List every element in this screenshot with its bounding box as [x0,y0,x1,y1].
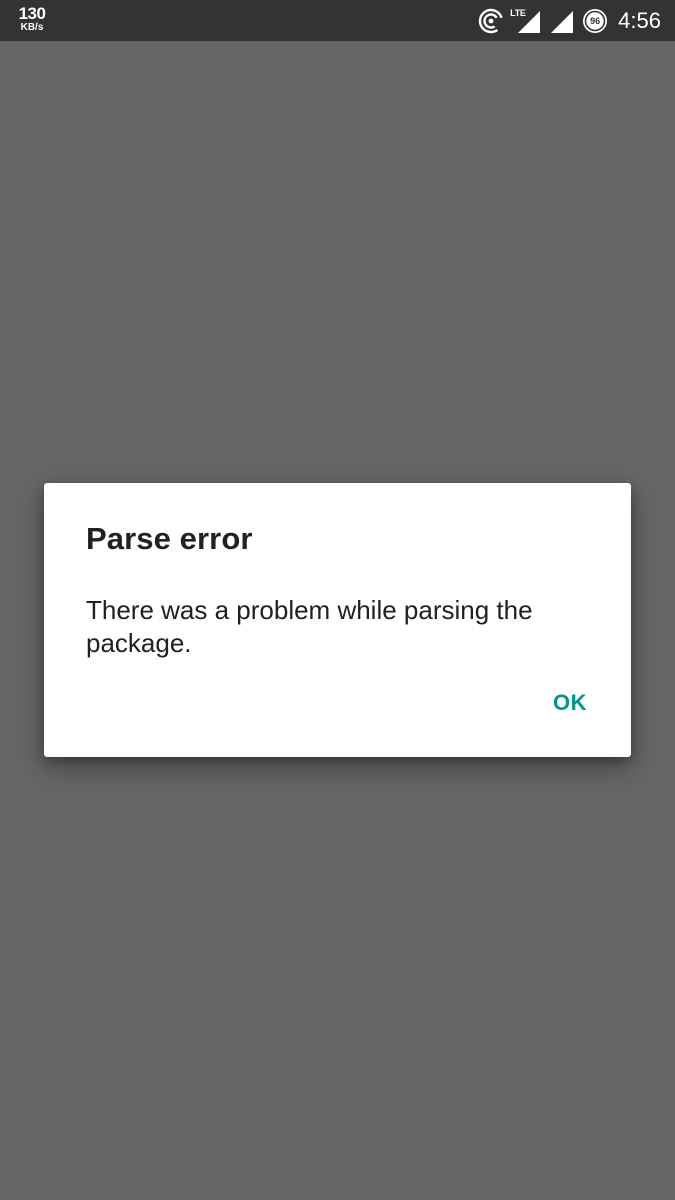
screen: 130 KB/s LTE 96 4:56 Parse error There w… [0,0,675,1200]
network-speed-value: 130 [18,4,46,23]
lte-signal-indicator: LTE [510,7,542,34]
signal-icon [551,10,574,33]
ok-button[interactable]: OK [553,690,587,716]
network-speed-unit: KB/s [20,22,44,33]
dialog-title: Parse error [86,521,253,556]
status-bar: 130 KB/s LTE 96 4:56 [0,0,675,41]
status-icons: LTE 96 4:56 [470,0,661,41]
dialog-message: There was a problem while parsing the pa… [86,595,533,658]
network-type-label: LTE [510,7,526,18]
hotspot-icon [478,8,504,33]
battery-level: 96 [590,15,601,26]
clock: 4:56 [618,7,661,33]
battery-indicator: 96 [582,8,608,34]
parse-error-dialog: Parse error There was a problem while pa… [44,483,631,757]
network-speed-indicator: 130 KB/s [16,5,48,33]
